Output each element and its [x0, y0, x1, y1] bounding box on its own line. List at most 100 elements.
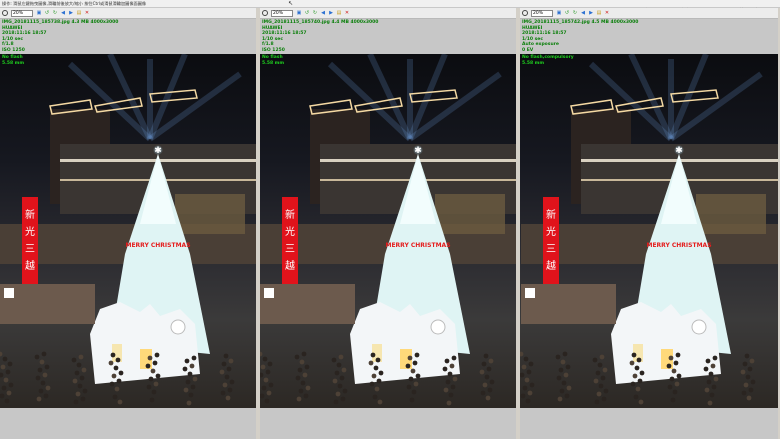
exif-info: IMG_20181115_185742.jpg 4.5 MB 4000x3000…: [520, 19, 778, 54]
poster: [4, 288, 14, 298]
crowd-person: [406, 384, 412, 390]
folder-icon[interactable]: ▤: [596, 10, 602, 16]
rotate-right-icon[interactable]: ↻: [312, 10, 318, 16]
zoom-icon[interactable]: [522, 10, 528, 16]
crowd-person: [528, 361, 534, 367]
crowd-person: [378, 370, 384, 376]
crowd-person: [520, 372, 525, 378]
crowd-person: [486, 366, 492, 372]
crowd-person: [668, 355, 674, 361]
crowd-person: [298, 388, 304, 394]
clock-face: [430, 319, 446, 335]
clock-face: [170, 319, 186, 335]
crowd-person: [599, 354, 605, 360]
snow-castle: [90, 302, 200, 384]
crowd-person: [373, 365, 379, 371]
crowd-person: [740, 369, 746, 375]
prev-icon[interactable]: ◀: [320, 10, 326, 16]
next-icon[interactable]: ▶: [588, 10, 594, 16]
crowd-person: [748, 387, 754, 393]
crowd-person: [638, 399, 644, 405]
info-iso: ISO 1250: [262, 47, 285, 53]
clock-face: [691, 319, 707, 335]
panel-toolbar: 20% ▣ ↺ ↻ ◀ ▶ ▤ ✕: [0, 8, 256, 19]
delete-icon[interactable]: ✕: [344, 10, 350, 16]
crowd-person: [148, 376, 154, 382]
crowd-person: [5, 369, 11, 375]
crowd-person: [147, 355, 153, 361]
crowd-person: [82, 388, 88, 394]
tree-text: MERRY CHRISTMAS: [125, 242, 190, 249]
sign-character: 新: [25, 208, 35, 221]
rotate-right-icon[interactable]: ↻: [52, 10, 58, 16]
crowd-person: [706, 379, 712, 385]
crowd-person: [672, 389, 678, 395]
crowd-person: [0, 364, 6, 370]
crowd-person: [410, 368, 416, 374]
prev-icon[interactable]: ◀: [60, 10, 66, 16]
crowd-person: [337, 383, 343, 389]
crowd-person: [41, 351, 47, 357]
searchlight-beam: [367, 54, 413, 141]
crowd-person: [405, 363, 411, 369]
rotate-left-icon[interactable]: ↺: [44, 10, 50, 16]
sign-character: 越: [546, 259, 556, 272]
crowd-person: [674, 381, 680, 387]
crowd-person: [562, 351, 568, 357]
crowd-person: [483, 353, 489, 359]
crowd-person: [1, 385, 7, 391]
zoom-icon[interactable]: [2, 10, 8, 16]
fit-icon[interactable]: ▣: [296, 10, 302, 16]
crowd-person: [481, 361, 487, 367]
crowd-person: [450, 384, 456, 390]
folder-icon[interactable]: ▤: [76, 10, 82, 16]
crowd-person: [0, 372, 4, 378]
crowd-person: [370, 352, 376, 358]
zoom-select[interactable]: 20%: [11, 10, 33, 17]
crowd-person: [3, 377, 9, 383]
photo-view[interactable]: 新光三越 ✱ MERRY CHRISTMAS No flash 5.58 mm: [0, 54, 256, 408]
prev-icon[interactable]: ◀: [580, 10, 586, 16]
photo-view[interactable]: 新光三越 ✱ MERRY CHRISTMAS No flash 5.58 mm: [260, 54, 516, 408]
crowd-person: [443, 387, 449, 393]
delete-icon[interactable]: ✕: [604, 10, 610, 16]
rotate-left-icon[interactable]: ↺: [304, 10, 310, 16]
crowd-person: [407, 355, 413, 361]
christmas-tree-photo: 新光三越 ✱ MERRY CHRISTMAS: [260, 54, 516, 406]
crowd-person: [115, 357, 121, 363]
crowd-person: [633, 394, 639, 400]
delete-icon[interactable]: ✕: [84, 10, 90, 16]
zoom-icon[interactable]: [262, 10, 268, 16]
crowd-person: [78, 354, 84, 360]
crowd-person: [153, 381, 159, 387]
crowd-person: [412, 360, 418, 366]
crowd-person: [749, 358, 755, 364]
crowd-person: [8, 382, 14, 388]
crowd-person: [485, 395, 491, 401]
crowd-person: [566, 385, 572, 391]
crowd-person: [525, 398, 531, 404]
panel-empty-area: [0, 408, 256, 439]
crowd-person: [414, 352, 420, 358]
photo-view[interactable]: 新光三越 ✱ MERRY CHRISTMAS No flash,compulsory…: [520, 54, 778, 408]
crowd-person: [666, 363, 672, 369]
fit-icon[interactable]: ▣: [556, 10, 562, 16]
crowd-person: [145, 363, 151, 369]
zoom-select[interactable]: 20%: [271, 10, 293, 17]
folder-icon[interactable]: ▤: [336, 10, 342, 16]
next-icon[interactable]: ▶: [68, 10, 74, 16]
crowd-person: [44, 364, 50, 370]
crowd-person: [112, 394, 118, 400]
crowd-person: [116, 378, 122, 384]
zoom-select[interactable]: 20%: [531, 10, 553, 17]
crowd-person: [226, 366, 232, 372]
panel-toolbar: 20% ▣ ↺ ↻ ◀ ▶ ▤ ✕: [260, 8, 516, 19]
fit-icon[interactable]: ▣: [36, 10, 42, 16]
osd-overlay: No flash,compulsory 5.58 mm: [522, 55, 574, 66]
crowd-person: [109, 381, 115, 387]
crowd-person: [446, 400, 452, 406]
rotate-left-icon[interactable]: ↺: [564, 10, 570, 16]
crowd-person: [146, 384, 152, 390]
rotate-right-icon[interactable]: ↻: [572, 10, 578, 16]
next-icon[interactable]: ▶: [328, 10, 334, 16]
